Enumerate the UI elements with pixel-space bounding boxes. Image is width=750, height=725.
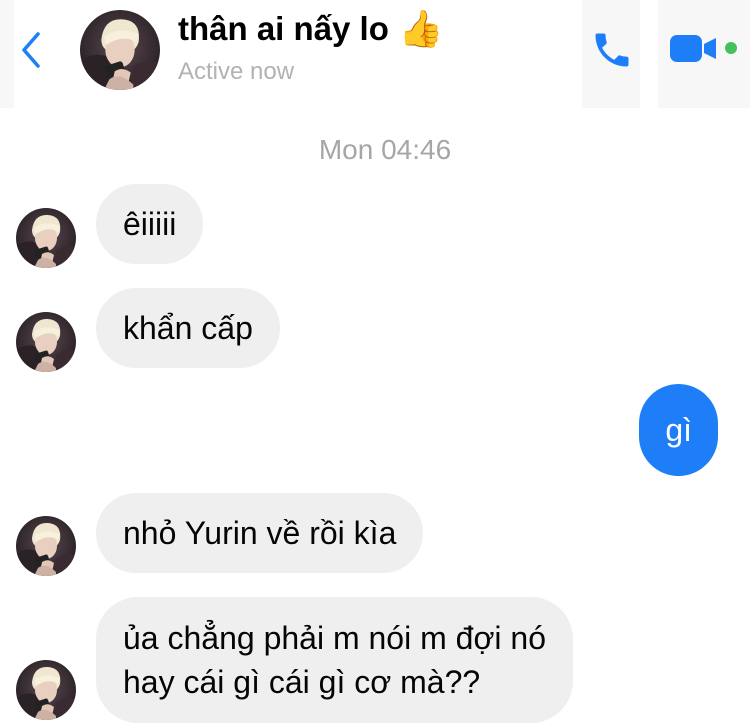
sender-avatar[interactable] <box>16 312 76 372</box>
chevron-left-icon <box>22 32 40 68</box>
contact-avatar[interactable] <box>80 10 160 90</box>
contact-name-text: thân ai nấy lo <box>178 10 389 47</box>
active-status: Active now <box>178 58 295 85</box>
back-button[interactable] <box>16 30 46 70</box>
contact-name[interactable]: thân ai nấy lo 👍 <box>178 8 444 50</box>
message-line: ủa chẳng phải m nói m đợi nó <box>123 620 547 656</box>
message-line: hay cái gì cái gì cơ mà?? <box>123 664 481 700</box>
incoming-message-bubble[interactable]: êiiiii <box>96 184 204 264</box>
sender-avatar[interactable] <box>16 660 76 720</box>
incoming-message-bubble[interactable]: khẩn cấp <box>96 288 280 368</box>
sender-avatar[interactable] <box>16 208 76 268</box>
chat-header: thân ai nấy lo 👍 Active now <box>0 0 750 108</box>
incoming-message-bubble[interactable]: nhỏ Yurin về rồi kìa <box>96 493 424 573</box>
online-dot <box>725 42 737 54</box>
sender-avatar[interactable] <box>16 516 76 576</box>
message-timestamp: Mon 04:46 <box>318 134 452 165</box>
voice-call-button[interactable] <box>590 28 634 72</box>
header-shade-left <box>0 0 14 108</box>
outgoing-message-bubble[interactable]: gì <box>639 384 718 476</box>
video-camera-icon <box>670 35 737 62</box>
phone-icon <box>595 33 629 67</box>
video-call-button[interactable] <box>668 33 740 63</box>
incoming-message-bubble[interactable]: ủa chẳng phải m nói m đợi nó hay cái gì … <box>96 597 574 723</box>
thumbs-up-emoji: 👍 <box>398 8 444 49</box>
